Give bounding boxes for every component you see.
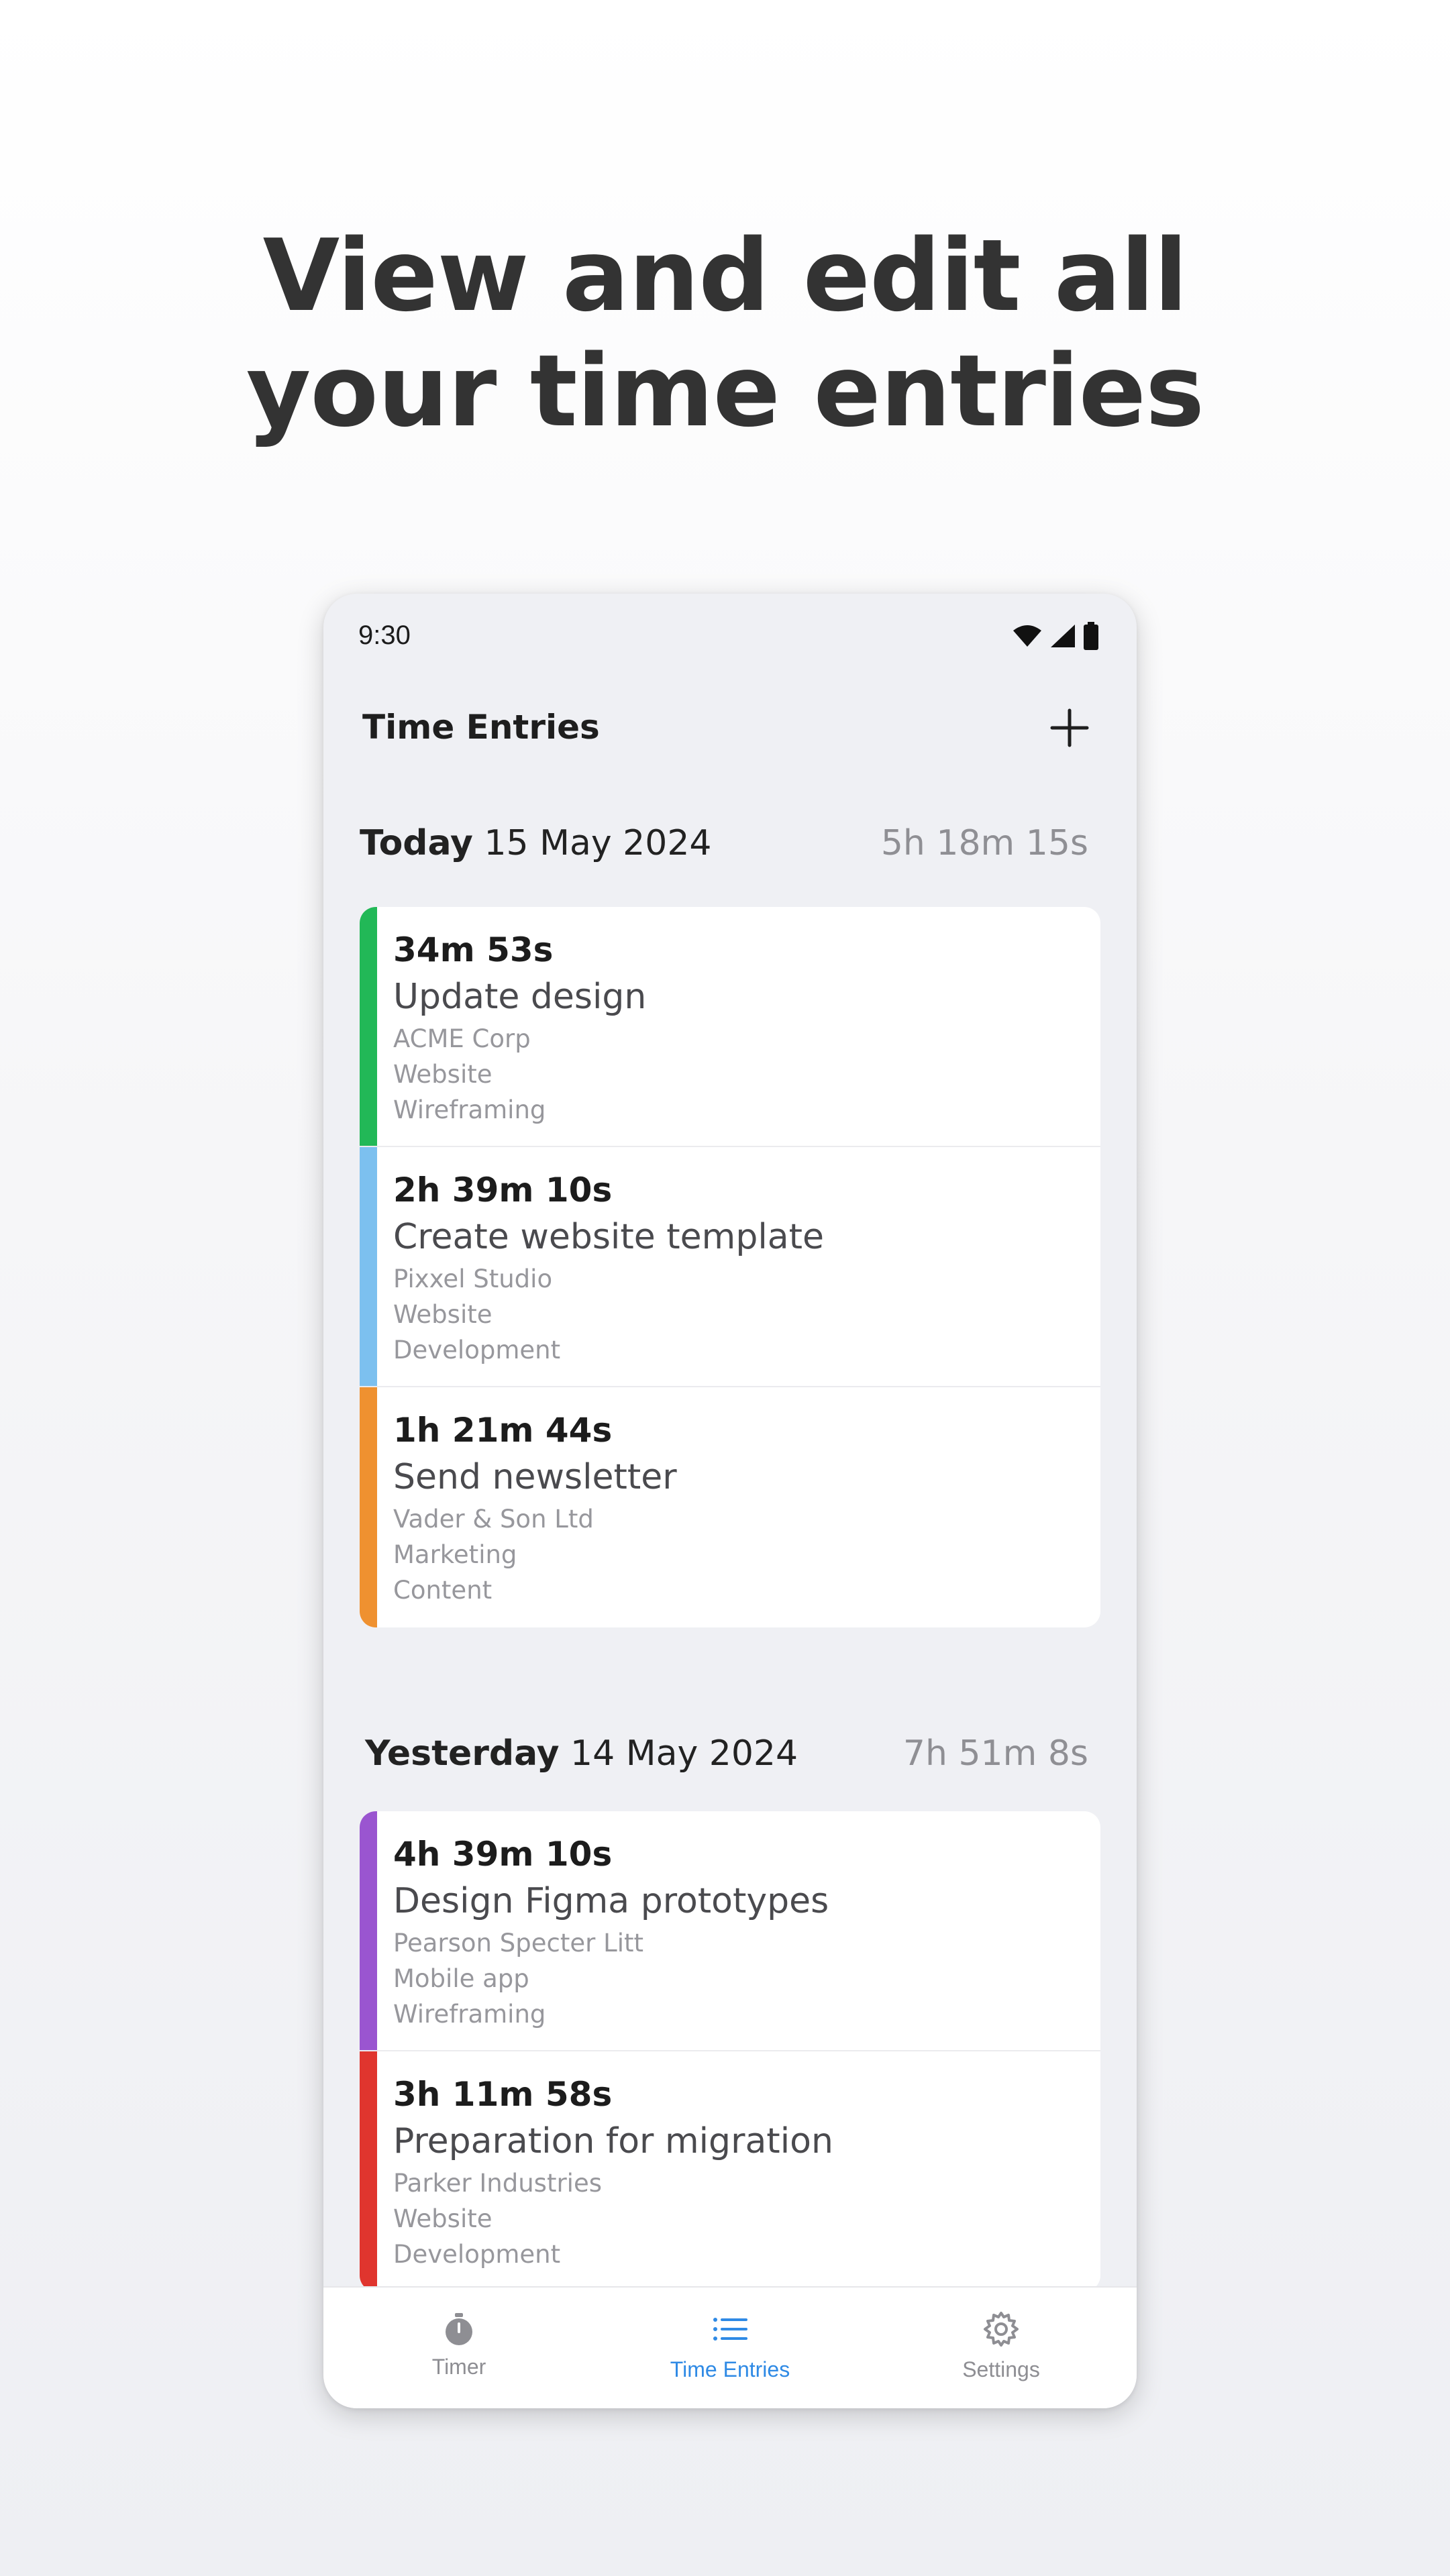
project-color-bar	[360, 2051, 377, 2292]
entry-task: Development	[393, 1336, 561, 1364]
entry-client: Parker Industries	[393, 2169, 602, 2198]
project-color-bar	[360, 1387, 377, 1627]
phone-screen: 9:30 Time Entries Today 15 May 2024 5h 1…	[323, 594, 1137, 2408]
day-total: 7h 51m 8s	[902, 1733, 1088, 1774]
project-color-bar	[360, 1811, 377, 2050]
time-entry[interactable]: 34m 53s Update design ACME Corp Website …	[360, 907, 1100, 1147]
time-entry[interactable]: 3h 11m 58s Preparation for migration Par…	[360, 2051, 1100, 2292]
entry-client: Vader & Son Ltd	[393, 1505, 594, 1534]
app-bar: Time Entries	[323, 681, 1137, 788]
nav-item-settings[interactable]: Settings	[866, 2288, 1137, 2408]
list-icon	[713, 2318, 747, 2341]
nav-label: Time Entries	[670, 2357, 790, 2381]
entry-duration: 4h 39m 10s	[393, 1835, 613, 1874]
entry-description: Send newsletter	[393, 1457, 677, 1497]
add-entry-button[interactable]	[1043, 701, 1096, 755]
promo-headline: View and edit all your time entries	[0, 218, 1450, 449]
project-color-bar	[360, 1147, 377, 1386]
entries-card-yesterday: 4h 39m 10s Design Figma prototypes Pears…	[360, 1811, 1100, 2292]
time-entry[interactable]: 1h 21m 44s Send newsletter Vader & Son L…	[360, 1387, 1100, 1627]
nav-label: Timer	[431, 2355, 486, 2379]
time-entry[interactable]: 2h 39m 10s Create website template Pixxe…	[360, 1147, 1100, 1387]
entry-project: Website	[393, 2204, 493, 2233]
entry-task: Development	[393, 2240, 561, 2269]
entry-duration: 1h 21m 44s	[393, 1411, 613, 1450]
bottom-nav: Timer Time Entries Settings	[323, 2286, 1137, 2408]
day-date: 15 May 2024	[484, 823, 712, 863]
entry-task: Content	[393, 1576, 493, 1605]
day-date: 14 May 2024	[570, 1733, 798, 1774]
entry-description: Design Figma prototypes	[393, 1881, 829, 1921]
plus-icon	[1050, 708, 1089, 747]
gear-icon	[984, 2312, 1019, 2347]
entry-description: Create website template	[393, 1217, 825, 1257]
entry-project: Mobile app	[393, 1964, 529, 1993]
entry-duration: 2h 39m 10s	[393, 1171, 613, 1210]
entry-description: Update design	[393, 977, 647, 1017]
nav-item-timer[interactable]: Timer	[323, 2288, 594, 2408]
headline-line-1: View and edit all	[262, 218, 1188, 333]
entry-project: Website	[393, 1060, 493, 1089]
battery-icon	[1084, 622, 1098, 650]
day-total: 5h 18m 15s	[880, 823, 1088, 863]
project-color-bar	[360, 907, 377, 1146]
day-label: Yesterday 14 May 2024	[365, 1733, 798, 1774]
day-label: Today 15 May 2024	[360, 823, 712, 863]
entry-task: Wireframing	[393, 2000, 546, 2029]
entries-card-today: 34m 53s Update design ACME Corp Website …	[360, 907, 1100, 1627]
day-header-yesterday: Yesterday 14 May 2024 7h 51m 8s	[323, 1733, 1137, 1787]
entry-client: Pixxel Studio	[393, 1265, 553, 1293]
day-label-bold: Today	[360, 823, 473, 863]
entry-task: Wireframing	[393, 1095, 546, 1124]
entry-project: Marketing	[393, 1540, 517, 1569]
status-icons	[1012, 622, 1099, 650]
nav-item-time-entries[interactable]: Time Entries	[594, 2288, 866, 2408]
page-title: Time Entries	[362, 708, 600, 747]
day-label-bold: Yesterday	[365, 1733, 560, 1774]
nav-label: Settings	[962, 2357, 1040, 2381]
status-bar: 9:30	[323, 594, 1137, 681]
stopwatch-icon	[446, 2313, 472, 2345]
time-entry[interactable]: 4h 39m 10s Design Figma prototypes Pears…	[360, 1811, 1100, 2051]
entry-duration: 34m 53s	[393, 930, 554, 969]
entry-client: ACME Corp	[393, 1024, 531, 1053]
day-header-today: Today 15 May 2024 5h 18m 15s	[323, 823, 1137, 877]
headline-line-2: your time entries	[246, 333, 1204, 449]
entry-project: Website	[393, 1300, 493, 1329]
status-time: 9:30	[358, 621, 411, 650]
entry-client: Pearson Specter Litt	[393, 1929, 643, 1957]
signal-icon	[1051, 625, 1075, 647]
entry-description: Preparation for migration	[393, 2121, 833, 2161]
wifi-icon	[1013, 625, 1041, 647]
entry-duration: 3h 11m 58s	[393, 2075, 613, 2114]
